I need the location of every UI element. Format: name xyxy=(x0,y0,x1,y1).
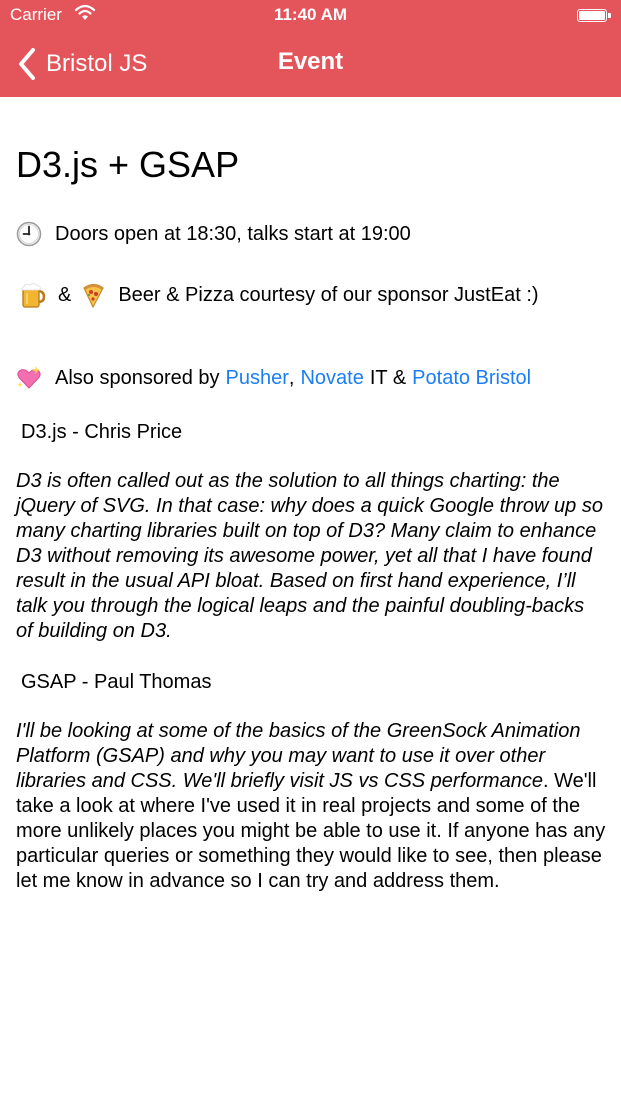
sponsors-prefix: Also sponsored by xyxy=(55,366,220,389)
talk-heading-gsap: GSAP - Paul Thomas xyxy=(21,671,212,693)
event-title: D3.js + GSAP xyxy=(16,144,240,185)
talk-abstract-gsap: I'll be looking at some of the basics of… xyxy=(16,719,606,894)
status-bar: Carrier 11:40 AM xyxy=(0,0,621,32)
navigation-bar: Carrier 11:40 AM Bristol JS Event xyxy=(0,0,621,97)
sponsor-link-novate[interactable]: Novate xyxy=(300,367,363,390)
doors-row: Doors open at 18:30, talks start at 19:0… xyxy=(16,221,411,247)
food-row: & Beer & Pizza courtesy of our sponsor J… xyxy=(16,281,539,309)
talk-abstract-gsap-italic: I'll be looking at some of the basics of… xyxy=(16,720,581,792)
sponsor-link-potato[interactable]: Potato Bristol xyxy=(412,367,531,390)
battery-icon xyxy=(577,9,607,22)
battery-nub xyxy=(608,13,611,18)
status-time: 11:40 AM xyxy=(273,5,348,24)
beer-icon xyxy=(20,281,46,309)
doors-text: Doors open at 18:30, talks start at 19:0… xyxy=(55,222,411,245)
event-screen: Carrier 11:40 AM Bristol JS Event D3.js … xyxy=(0,0,621,1104)
sponsor-link-pusher[interactable]: Pusher xyxy=(226,367,289,390)
page-title: Event xyxy=(277,48,344,75)
food-text: Beer & Pizza courtesy of our sponsor Jus… xyxy=(118,283,539,306)
clock-icon xyxy=(16,221,42,247)
talk-heading-d3: D3.js - Chris Price xyxy=(21,421,183,443)
talk-abstract-d3: D3 is often called out as the solution t… xyxy=(16,470,603,642)
pizza-icon xyxy=(81,282,105,308)
sponsors-row: Also sponsored by Pusher , Novate IT & P… xyxy=(16,365,531,391)
food-amp: & xyxy=(58,283,72,306)
sponsor-it-text: IT & xyxy=(369,366,407,389)
sparkling-heart-icon xyxy=(16,365,42,391)
sponsor-separator: , xyxy=(288,366,295,389)
